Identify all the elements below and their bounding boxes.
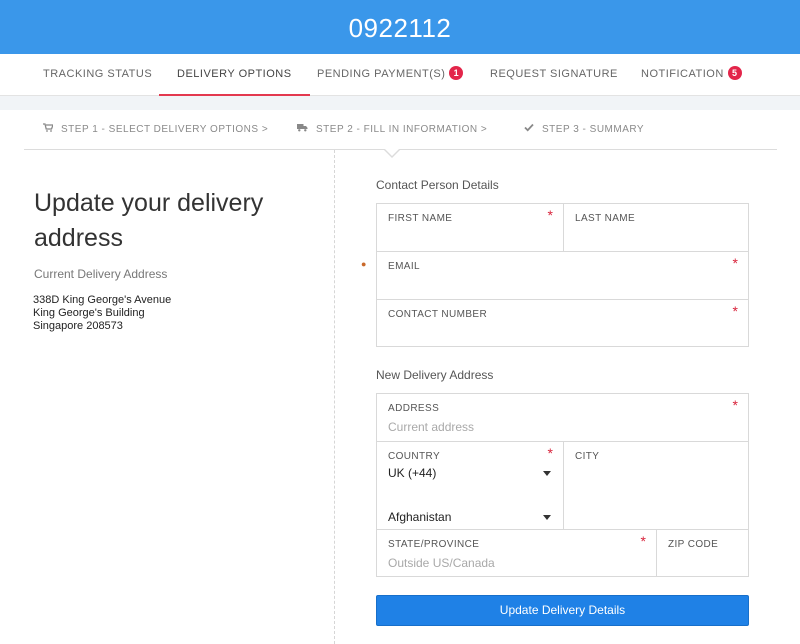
tab-request-signature[interactable]: Request Signature	[490, 54, 618, 96]
first-name-label: First Name	[388, 213, 453, 224]
required-marker: *	[732, 303, 738, 319]
first-name-field[interactable]: First Name *	[376, 203, 564, 252]
required-indicator-dot: ●	[361, 259, 367, 269]
city-label: City	[575, 451, 600, 462]
step-3: Step 3 - Summary	[524, 123, 644, 135]
current-address-heading: Current Delivery Address	[34, 267, 168, 281]
update-delivery-button[interactable]: Update Delivery Details	[376, 595, 749, 626]
separator-band	[0, 96, 800, 110]
last-name-field[interactable]: Last Name	[563, 203, 749, 252]
tab-tracking-status[interactable]: Tracking Status	[43, 54, 152, 96]
address-line: 338D King George's Avenue	[33, 294, 172, 306]
required-marker: *	[732, 397, 738, 413]
address-line: Singapore 208573	[33, 320, 123, 332]
zip-code-label: Zip Code	[668, 539, 719, 550]
tab-delivery-options[interactable]: Delivery Options	[159, 54, 310, 97]
country-select[interactable]: Afghanistan	[377, 504, 563, 530]
required-marker: *	[732, 255, 738, 271]
tab-pending-payments[interactable]: Pending Payment(s) 1	[317, 54, 464, 96]
address-label: Address	[388, 403, 440, 414]
notification-badge: 5	[727, 66, 742, 80]
email-label: Email	[388, 261, 421, 272]
tab-bar: Tracking Status Delivery Options Pending…	[0, 54, 800, 97]
tab-notification[interactable]: Notification 5	[641, 54, 742, 96]
page-title: Update your delivery address	[34, 189, 264, 252]
column-divider	[334, 150, 335, 644]
country-field: Country * UK (+44) Afghanistan	[376, 441, 564, 530]
state-label: State/Province	[388, 539, 480, 550]
last-name-label: Last Name	[575, 213, 636, 224]
tab-label: Pending Payment(s)	[317, 68, 446, 80]
tab-label: Tracking Status	[43, 68, 153, 80]
tab-label: Notification	[641, 68, 724, 80]
cart-icon	[43, 123, 54, 134]
step-label: Step 3 - Summary	[542, 124, 645, 135]
truck-icon	[297, 123, 308, 134]
step-indicator: Step 1 - Select Delivery Options > Step …	[24, 110, 777, 150]
city-field[interactable]: City	[563, 441, 749, 530]
tracking-reference: 0922112	[348, 13, 452, 43]
step-1: Step 1 - Select Delivery Options >	[43, 123, 268, 135]
chevron-down-icon	[543, 471, 551, 476]
state-placeholder: Outside US/Canada	[388, 556, 495, 570]
zip-code-field[interactable]: Zip Code	[656, 529, 749, 577]
current-address: 338D King George's Avenue King George's …	[33, 294, 171, 333]
address-field[interactable]: Address * Current address	[376, 393, 749, 442]
required-marker: *	[547, 207, 553, 223]
contact-number-label: Contact Number	[388, 309, 488, 320]
check-icon	[524, 123, 534, 134]
chevron-down-icon	[543, 515, 551, 520]
address-line: King George's Building	[33, 307, 145, 319]
step-label: Step 1 - Select Delivery Options >	[61, 124, 269, 135]
country-code-value: UK (+44)	[388, 466, 437, 480]
state-field[interactable]: State/Province * Outside US/Canada	[376, 529, 657, 577]
step-2: Step 2 - Fill in Information >	[297, 123, 487, 135]
pending-payments-badge: 1	[449, 66, 464, 80]
tab-label: Delivery Options	[177, 68, 292, 80]
email-field[interactable]: Email *	[376, 251, 749, 300]
contact-number-field[interactable]: Contact Number *	[376, 299, 749, 347]
contact-section-label: Contact Person Details	[376, 178, 499, 192]
tab-label: Request Signature	[490, 68, 618, 80]
header-bar: 0922112	[0, 0, 800, 54]
address-placeholder: Current address	[388, 420, 475, 434]
step-pointer	[384, 149, 400, 158]
delivery-section-label: New Delivery Address	[376, 368, 494, 382]
step-label: Step 2 - Fill in Information >	[316, 124, 488, 135]
country-code-select[interactable]: UK (+44)	[377, 460, 563, 486]
required-marker: *	[547, 445, 553, 461]
required-marker: *	[640, 533, 646, 549]
country-value: Afghanistan	[388, 510, 452, 524]
